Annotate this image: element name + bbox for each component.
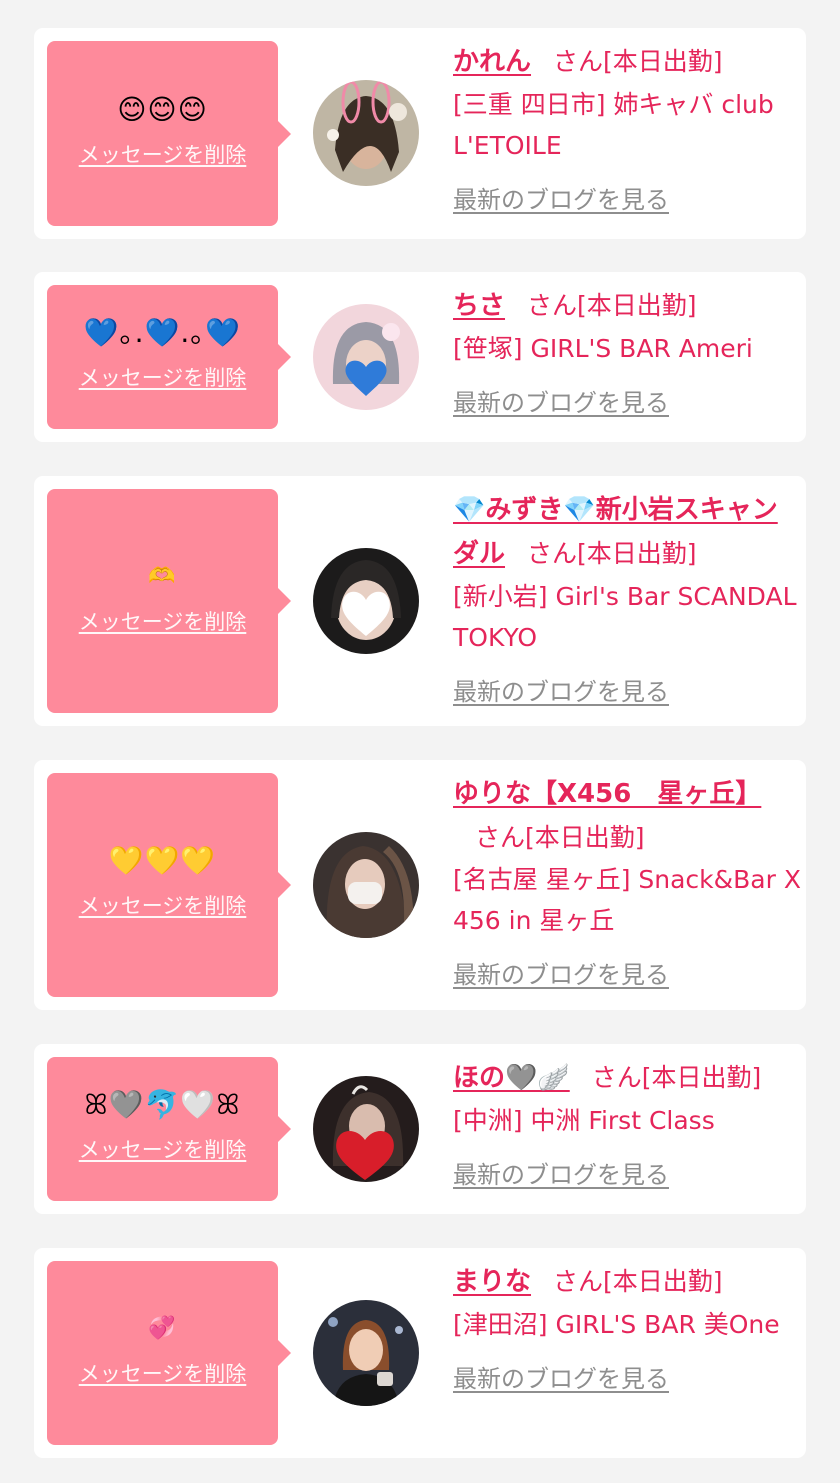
message-text: 💙｡.💙.｡💙 xyxy=(83,316,242,349)
work-status: [本日出勤] xyxy=(603,1267,723,1296)
latest-blog-link[interactable]: 最新のブログを見る xyxy=(453,1359,669,1400)
avatar-photo xyxy=(313,304,419,410)
latest-blog-link[interactable]: 最新のブログを見る xyxy=(453,955,669,996)
cast-name-link[interactable]: ほの🩶🪽 xyxy=(453,1063,570,1093)
delete-message-link[interactable]: メッセージを削除 xyxy=(79,1358,247,1388)
shop-name: [三重 四日市] 姉キャバ club L'ETOILE xyxy=(453,90,774,160)
cast-name-link[interactable]: ちさ xyxy=(453,291,505,321)
work-status: [本日出勤] xyxy=(577,291,697,320)
honorific: さん xyxy=(475,823,526,852)
cast-info: 💎みずき💎新小岩スキャンダル さん[本日出勤] [新小岩] Girl's Bar … xyxy=(453,488,801,713)
honorific: さん xyxy=(591,1063,642,1092)
work-status: [本日出勤] xyxy=(525,823,645,852)
honorific: さん xyxy=(553,1267,604,1296)
delete-message-link[interactable]: メッセージを削除 xyxy=(79,1134,247,1164)
avatar-photo xyxy=(313,832,419,938)
message-card: 💛💛💛 メッセージを削除 ゆりな【X456 星ヶ丘】さん[本日出勤] [名古屋 … xyxy=(34,760,806,1010)
message-card: 💙｡.💙.｡💙 メッセージを削除 ちさ さん[本日出勤] [笹塚] GIRL'S … xyxy=(34,272,806,442)
message-text: 🫶 xyxy=(148,564,177,589)
message-bubble: 😊😊😊 メッセージを削除 xyxy=(47,41,291,226)
message-bubble: 💛💛💛 メッセージを削除 xyxy=(47,773,291,997)
shop-name: [津田沼] GIRL'S BAR 美One xyxy=(453,1310,780,1339)
avatar[interactable] xyxy=(313,832,419,938)
cast-info: かれん さん[本日出勤] [三重 四日市] 姉キャバ club L'ETOILE … xyxy=(453,40,801,221)
cast-info: ちさ さん[本日出勤] [笹塚] GIRL'S BAR Ameri 最新のブログを… xyxy=(453,284,801,424)
delete-message-link[interactable]: メッセージを削除 xyxy=(79,362,247,392)
message-text: 💞 xyxy=(148,1316,177,1341)
latest-blog-link[interactable]: 最新のブログを見る xyxy=(453,383,669,424)
avatar[interactable] xyxy=(313,548,419,654)
message-text: 😊😊😊 xyxy=(117,92,208,126)
shop-name: [中洲] 中洲 First Class xyxy=(453,1106,715,1135)
message-card: 💞 メッセージを削除 まりな さん[本日出勤] [津田沼] GIRL'S BAR … xyxy=(34,1248,806,1458)
honorific: さん xyxy=(527,291,578,320)
avatar[interactable] xyxy=(313,304,419,410)
message-list: 😊😊😊 メッセージを削除 かれん さん[本日出勤] [三重 四日市] 姉キャバ c… xyxy=(0,0,840,1483)
message-card: 🫶 メッセージを削除 💎みずき💎新小岩スキャンダル さん[本日出勤] [新小岩] … xyxy=(34,476,806,726)
work-status: [本日出勤] xyxy=(603,47,723,76)
cast-name-link[interactable]: ゆりな【X456 星ヶ丘】 xyxy=(453,779,761,809)
message-text: ꕤ🩶🐬🤍ꕤ xyxy=(84,1088,241,1121)
delete-message-link[interactable]: メッセージを削除 xyxy=(79,606,247,636)
latest-blog-link[interactable]: 最新のブログを見る xyxy=(453,1155,669,1196)
cast-name-link[interactable]: まりな xyxy=(453,1267,531,1297)
avatar-photo xyxy=(313,80,419,186)
message-bubble: 💙｡.💙.｡💙 メッセージを削除 xyxy=(47,285,291,429)
avatar-photo xyxy=(313,548,419,654)
message-bubble: 💞 メッセージを削除 xyxy=(47,1261,291,1445)
work-status: [本日出勤] xyxy=(577,539,697,568)
cast-info: ほの🩶🪽 さん[本日出勤] [中洲] 中洲 First Class 最新のブログを… xyxy=(453,1056,801,1196)
shop-name: [新小岩] Girl's Bar SCANDAL TOKYO xyxy=(453,582,797,652)
shop-name: [笹塚] GIRL'S BAR Ameri xyxy=(453,334,753,363)
work-status: [本日出勤] xyxy=(641,1063,762,1092)
avatar[interactable] xyxy=(313,1300,419,1406)
message-bubble: 🫶 メッセージを削除 xyxy=(47,489,291,713)
cast-info: まりな さん[本日出勤] [津田沼] GIRL'S BAR 美One 最新のブログ… xyxy=(453,1260,801,1400)
delete-message-link[interactable]: メッセージを削除 xyxy=(79,890,247,920)
message-text: 💛💛💛 xyxy=(108,844,217,877)
cast-name-link[interactable]: かれん xyxy=(453,47,531,77)
delete-message-link[interactable]: メッセージを削除 xyxy=(79,139,247,169)
cast-info: ゆりな【X456 星ヶ丘】さん[本日出勤] [名古屋 星ヶ丘] Snack&Ba… xyxy=(453,772,801,996)
avatar[interactable] xyxy=(313,1076,419,1182)
message-card: ꕤ🩶🐬🤍ꕤ メッセージを削除 ほの🩶🪽 さん[本日出勤] [中洲] 中洲 Firs… xyxy=(34,1044,806,1214)
latest-blog-link[interactable]: 最新のブログを見る xyxy=(453,672,669,713)
avatar-photo xyxy=(313,1300,419,1406)
avatar[interactable] xyxy=(313,80,419,186)
honorific: さん xyxy=(527,539,578,568)
avatar-photo xyxy=(313,1076,419,1182)
honorific: さん xyxy=(553,47,604,76)
message-bubble: ꕤ🩶🐬🤍ꕤ メッセージを削除 xyxy=(47,1057,291,1201)
latest-blog-link[interactable]: 最新のブログを見る xyxy=(453,180,669,221)
message-card: 😊😊😊 メッセージを削除 かれん さん[本日出勤] [三重 四日市] 姉キャバ c… xyxy=(34,28,806,239)
shop-name: [名古屋 星ヶ丘] Snack&Bar X 456 in 星ヶ丘 xyxy=(453,865,801,935)
